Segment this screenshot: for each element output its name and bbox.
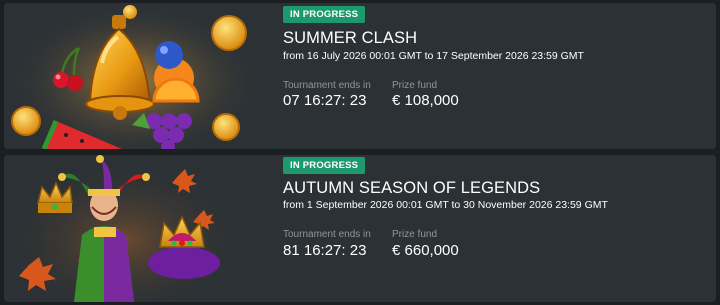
ends-in-countdown: 07 16:27: 23 [283,92,367,109]
prize-fund-value: € 108,000 [392,92,459,109]
tournament-title[interactable]: SUMMER CLASH [283,29,417,48]
tournament-card-autumn-season[interactable]: IN PROGRESS AUTUMN SEASON OF LEGENDS fro… [4,155,716,302]
tournament-info: IN PROGRESS SUMMER CLASH from 16 July 20… [281,3,716,149]
ends-in-label: Tournament ends in [283,80,371,91]
tournament-card-summer-clash[interactable]: IN PROGRESS SUMMER CLASH from 16 July 20… [4,3,716,149]
status-badge: IN PROGRESS [283,6,366,23]
tournament-info: IN PROGRESS AUTUMN SEASON OF LEGENDS fro… [281,155,716,302]
ends-in-countdown: 81 16:27: 23 [283,242,367,259]
tournament-title[interactable]: AUTUMN SEASON OF LEGENDS [283,179,540,198]
jester-crowns-illustration [4,155,270,302]
tournament-dates: from 1 September 2026 00:01 GMT to 30 No… [283,199,608,211]
prize-fund-label: Prize fund [392,229,438,240]
bell-fruits-illustration [4,3,270,149]
ends-in-label: Tournament ends in [283,229,371,240]
status-badge: IN PROGRESS [283,157,366,174]
tournament-dates: from 16 July 2026 00:01 GMT to 17 Septem… [283,50,584,62]
prize-fund-label: Prize fund [392,80,438,91]
prize-fund-value: € 660,000 [392,242,459,259]
